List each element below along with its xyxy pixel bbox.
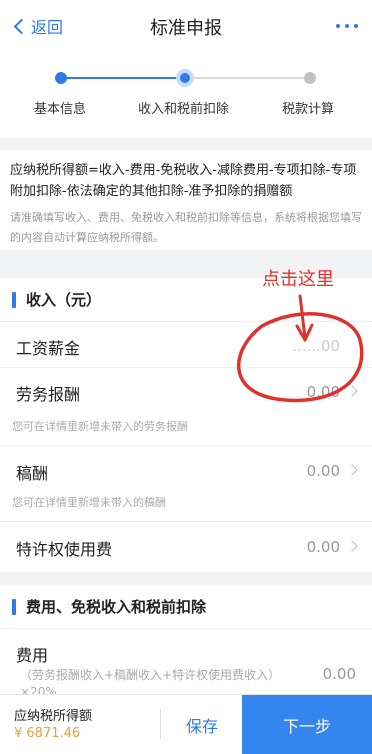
save-button[interactable]: 保存	[162, 695, 242, 754]
footer-divider	[160, 709, 161, 739]
annotation-circle	[236, 294, 364, 403]
next-step-button[interactable]: 下一步	[242, 695, 372, 754]
taxable-income-value: ¥ 6871.46	[14, 726, 81, 741]
taxable-income-label: 应纳税所得额	[14, 709, 93, 724]
bottom-bar: 应纳税所得额 ¥ 6871.46 保存 下一步	[0, 694, 372, 754]
